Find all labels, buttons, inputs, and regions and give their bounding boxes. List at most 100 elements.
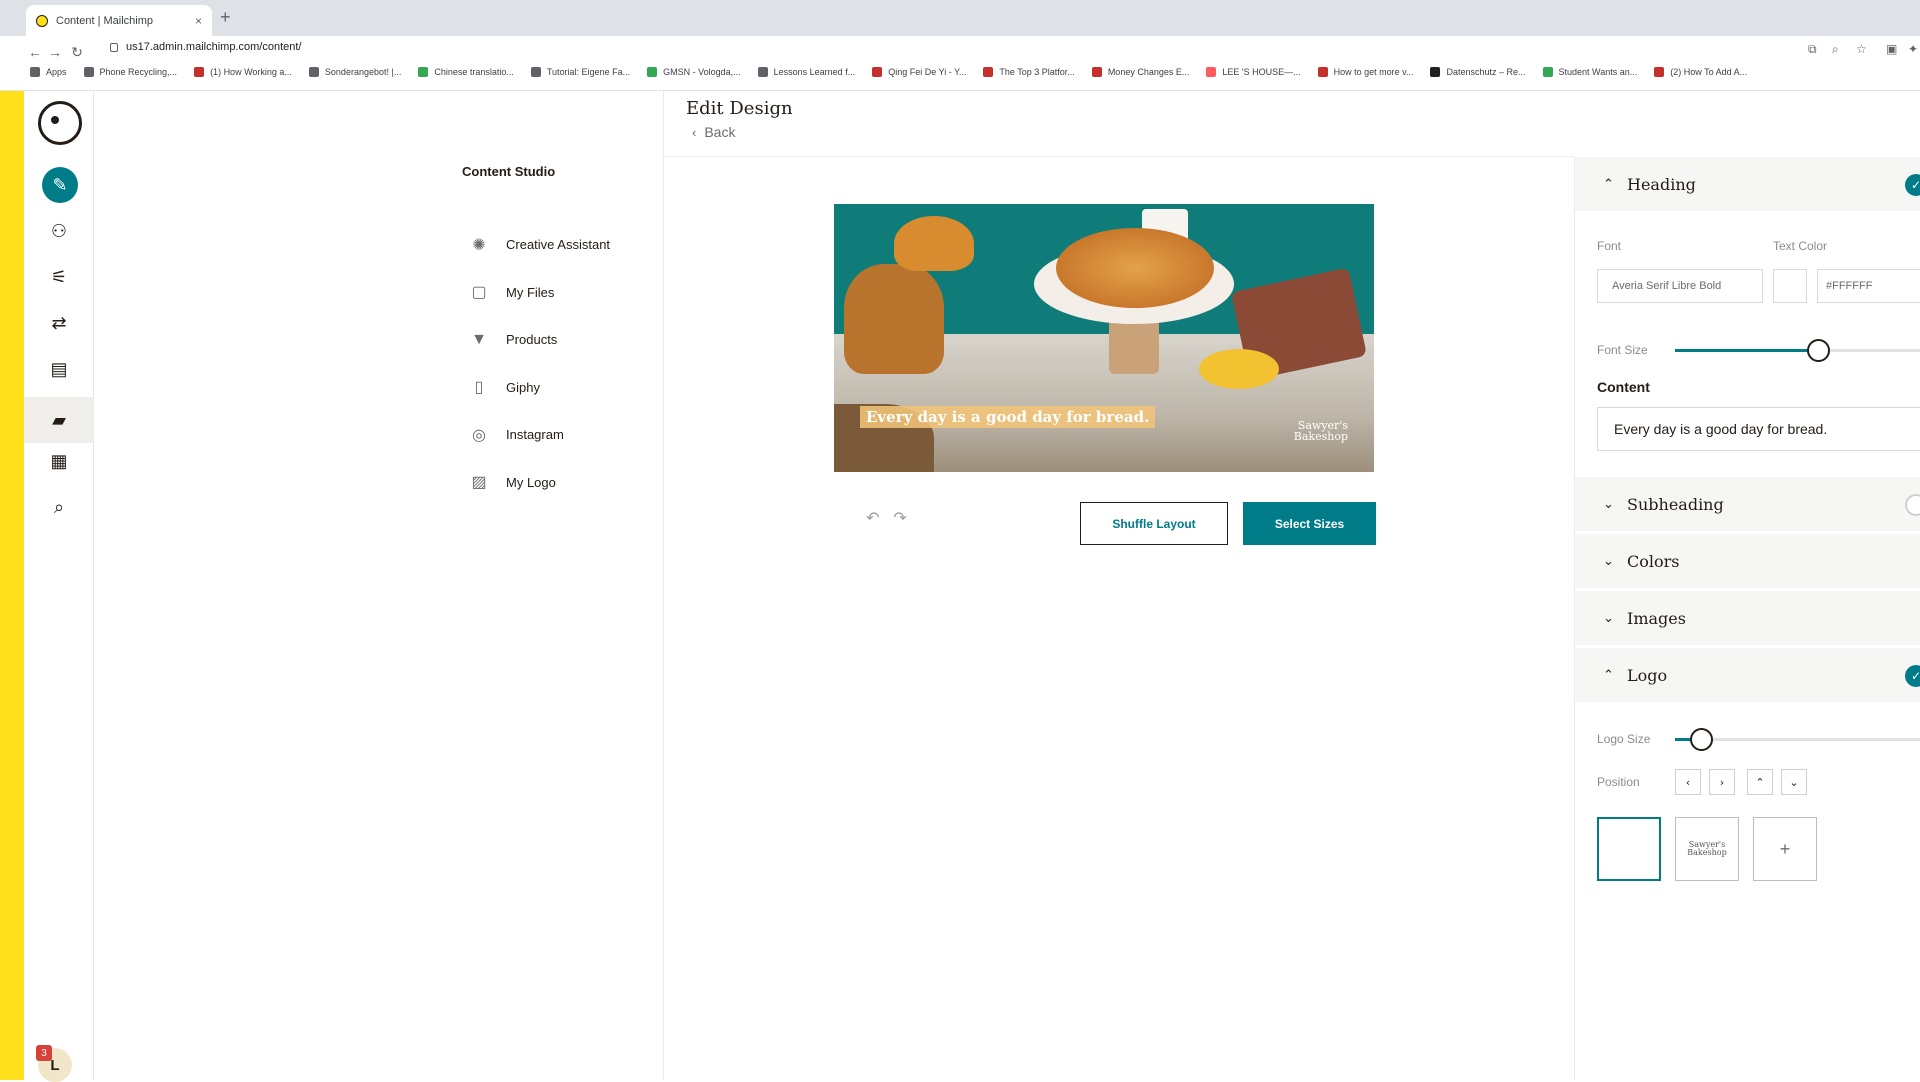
bookmark-item[interactable]: Sonderangebot! |... xyxy=(308,67,402,77)
bookmark-item[interactable]: Tutorial: Eigene Fa... xyxy=(530,67,630,77)
bookmark-item[interactable]: (2) How To Add A... xyxy=(1654,67,1747,77)
studio-item-products[interactable]: ▼ Products xyxy=(467,316,610,364)
pin-icon[interactable]: ✦ xyxy=(1908,42,1918,56)
logo-size-slider[interactable] xyxy=(1675,728,1920,751)
bookmark-apps[interactable]: Apps xyxy=(30,67,67,77)
address-bar[interactable]: us17.admin.mailchimp.com/content/ xyxy=(110,41,301,53)
undo-icon[interactable]: ↶ xyxy=(866,508,879,528)
tab-title: Content | Mailchimp xyxy=(56,14,154,27)
logo-option-line2: Bakeshop xyxy=(1687,848,1727,857)
subheading-label: Subheading xyxy=(1627,494,1724,514)
redo-icon[interactable]: ↷ xyxy=(893,508,906,528)
subheading-section-header[interactable]: ⌄ Subheading xyxy=(1575,477,1920,531)
bookmark-item[interactable]: GMSN - Vologda,... xyxy=(647,67,741,77)
colors-label: Colors xyxy=(1627,551,1680,571)
studio-item-my-files[interactable]: ▢ My Files xyxy=(467,269,610,317)
studio-item-label: Instagram xyxy=(506,427,564,443)
automations-icon[interactable]: ⇄ xyxy=(47,311,71,335)
url-text: us17.admin.mailchimp.com/content/ xyxy=(126,41,302,53)
browser-toolbar: ← → ↻ us17.admin.mailchimp.com/content/ … xyxy=(0,36,1920,91)
zoom-icon[interactable]: ⌕ xyxy=(1832,42,1839,57)
studio-item-my-logo[interactable]: ▨ My Logo xyxy=(467,459,610,507)
position-up-button[interactable]: ⌃ xyxy=(1747,769,1773,795)
bookmark-item[interactable]: Phone Recycling,... xyxy=(83,67,177,77)
logo-section-header[interactable]: ⌃ Logo ✓ xyxy=(1575,648,1920,702)
heading-label: Heading xyxy=(1627,174,1696,194)
bookmark-item[interactable]: Datenschutz – Re... xyxy=(1430,67,1526,77)
mailchimp-logo-icon[interactable] xyxy=(38,101,82,145)
bookmark-label: Money Changes E... xyxy=(1107,67,1190,77)
bookmark-label: Sonderangebot! |... xyxy=(324,67,402,77)
text-color-label: Text Color xyxy=(1773,239,1828,253)
bookmark-label: Lessons Learned f... xyxy=(773,67,856,77)
font-size-label: Font Size xyxy=(1597,343,1648,357)
shuffle-layout-button[interactable]: Shuffle Layout xyxy=(1080,502,1228,545)
logo-toggle[interactable]: ✓ xyxy=(1905,665,1920,687)
logo-size-label: Logo Size xyxy=(1597,732,1651,746)
bookmark-label: Apps xyxy=(46,67,67,77)
font-size-slider-knob[interactable] xyxy=(1807,339,1830,362)
studio-item-giphy[interactable]: ▯ Giphy xyxy=(467,364,610,412)
audience-icon[interactable]: ⚇ xyxy=(47,219,71,243)
bookmark-item[interactable]: (1) How Working a... xyxy=(194,67,292,77)
star-icon[interactable]: ☆ xyxy=(1856,42,1867,56)
add-logo-button[interactable]: + xyxy=(1753,817,1817,881)
chevron-down-icon: ⌄ xyxy=(1603,610,1614,626)
back-link[interactable]: ‹ Back xyxy=(692,124,735,140)
create-pencil-icon[interactable]: ✎ xyxy=(42,167,78,203)
logo-size-slider-knob[interactable] xyxy=(1690,728,1713,751)
forward-arrow-icon[interactable]: → xyxy=(46,44,64,60)
heading-toggle[interactable]: ✓ xyxy=(1905,174,1920,196)
translate-icon[interactable]: ⧉ xyxy=(1808,42,1817,57)
reload-icon[interactable]: ↻ xyxy=(68,44,86,61)
bookmark-item[interactable]: The Top 3 Platfor... xyxy=(983,67,1075,77)
bookmark-item[interactable]: Chinese translatio... xyxy=(418,67,514,77)
page-title: Edit Design xyxy=(686,98,793,119)
content-studio-icon[interactable]: ▰ xyxy=(47,408,71,432)
position-right-button[interactable]: › xyxy=(1709,769,1735,795)
design-preview[interactable]: Every day is a good day for bread. Sawye… xyxy=(834,204,1374,472)
text-color-swatch[interactable] xyxy=(1773,269,1807,303)
content-input[interactable]: Every day is a good day for bread. xyxy=(1597,407,1920,451)
bookmark-item[interactable]: Qing Fei De Yi - Y... xyxy=(872,67,966,77)
images-section-header[interactable]: ⌄ Images xyxy=(1575,591,1920,645)
studio-item-creative-assistant[interactable]: ✺ Creative Assistant xyxy=(467,221,610,269)
logo-option-blank[interactable] xyxy=(1597,817,1661,881)
bookmark-item[interactable]: Lessons Learned f... xyxy=(757,67,856,77)
tab-close-icon[interactable]: × xyxy=(195,14,202,28)
preview-logo-line2: Bakeshop xyxy=(1293,430,1348,443)
select-sizes-button[interactable]: Select Sizes xyxy=(1243,502,1376,545)
bookmark-favicon-icon xyxy=(308,67,319,77)
bookmark-item[interactable]: Money Changes E... xyxy=(1091,67,1190,77)
nav-rail: ✎ ⚇ ⚟ ⇄ ▤ ▰ ▦ ⌕ L 3 xyxy=(24,91,94,1082)
bookmark-label: (2) How To Add A... xyxy=(1670,67,1748,77)
website-icon[interactable]: ▤ xyxy=(47,357,71,381)
bookmark-favicon-icon xyxy=(530,67,541,77)
text-color-input[interactable]: #FFFFFF xyxy=(1817,269,1920,303)
subheading-toggle[interactable] xyxy=(1905,494,1920,516)
new-tab-button[interactable]: + xyxy=(220,8,231,26)
chevron-up-icon: ⌃ xyxy=(1603,667,1614,683)
preview-pie xyxy=(1056,228,1214,308)
colors-section-header[interactable]: ⌄ Colors xyxy=(1575,534,1920,588)
search-icon[interactable]: ⌕ xyxy=(47,495,71,519)
integrations-grid-icon[interactable]: ▦ xyxy=(47,449,71,473)
font-select[interactable]: Averia Serif Libre Bold xyxy=(1597,269,1763,303)
extension-icon[interactable]: ▣ xyxy=(1886,42,1897,56)
bookmark-favicon-icon xyxy=(1206,67,1217,77)
position-down-button[interactable]: ⌄ xyxy=(1781,769,1807,795)
back-arrow-icon[interactable]: ← xyxy=(26,44,44,60)
position-left-button[interactable]: ‹ xyxy=(1675,769,1701,795)
browser-tab[interactable]: Content | Mailchimp × xyxy=(26,5,212,36)
bookmark-label: LEE 'S HOUSE—... xyxy=(1222,67,1301,77)
logo-option-bakeshop[interactable]: Sawyer's Bakeshop xyxy=(1675,817,1739,881)
heading-section-header[interactable]: ⌃ Heading ✓ xyxy=(1575,157,1920,211)
studio-item-instagram[interactable]: ◎ Instagram xyxy=(467,411,610,459)
font-size-slider[interactable] xyxy=(1675,339,1920,362)
bookmark-item[interactable]: LEE 'S HOUSE—... xyxy=(1206,67,1301,77)
campaigns-megaphone-icon[interactable]: ⚟ xyxy=(47,265,71,289)
logo-label: Logo xyxy=(1627,665,1668,685)
bookmark-item[interactable]: Student Wants an... xyxy=(1542,67,1637,77)
bookmark-item[interactable]: How to get more v... xyxy=(1317,67,1413,77)
browser-tab-bar: Content | Mailchimp × + xyxy=(0,0,1920,36)
